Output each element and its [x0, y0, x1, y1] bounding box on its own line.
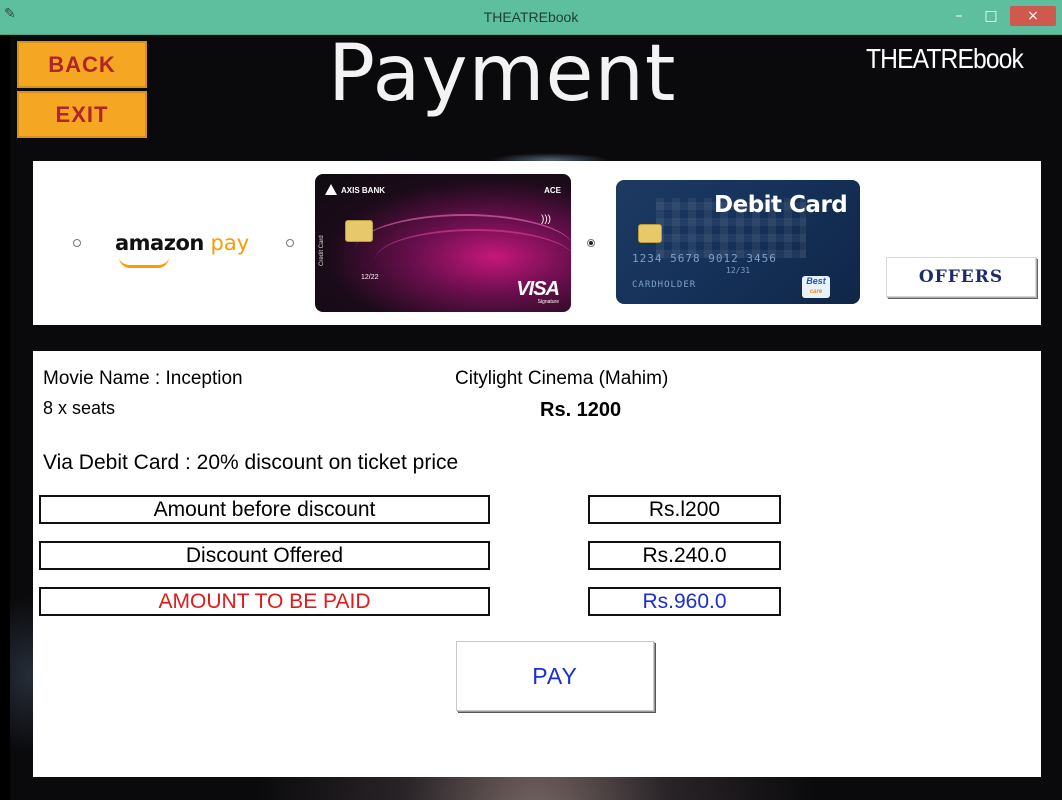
- page-title: Payment: [328, 35, 677, 119]
- visa-sub: Signature: [537, 299, 559, 305]
- axis-bank-logo-icon: [325, 184, 337, 195]
- cinema-name: Citylight Cinema (Mahim): [455, 368, 669, 389]
- badge-text: Best: [806, 276, 826, 286]
- card-chip-icon: [638, 224, 662, 243]
- pay-button[interactable]: PAY: [456, 641, 654, 711]
- contactless-icon: ))): [541, 214, 551, 225]
- movie-name: Movie Name : Inception: [43, 368, 243, 389]
- amazon-smile-icon: [119, 257, 169, 268]
- discount-note: Via Debit Card : 20% discount on ticket …: [43, 451, 459, 474]
- payment-details-panel: Movie Name : Inception Citylight Cinema …: [33, 351, 1041, 777]
- back-button[interactable]: BACK: [17, 41, 147, 88]
- ticket-price: Rs. 1200: [540, 399, 622, 421]
- card-tier: ACE: [544, 186, 561, 195]
- card-holder: CARDHOLDER: [632, 280, 697, 290]
- card-expiry: 12/22: [361, 274, 379, 281]
- discount-offered-label: Discount Offered: [39, 541, 490, 570]
- amazon-logo-word: amazon: [115, 231, 204, 255]
- card-chip-icon: [345, 220, 373, 242]
- offers-button[interactable]: OFFERS: [886, 257, 1036, 297]
- debit-card-radio[interactable]: [587, 239, 595, 247]
- amount-before-discount-value: Rs.l200: [588, 495, 781, 524]
- credit-card-radio[interactable]: [286, 239, 294, 247]
- seat-count: 8 x seats: [43, 398, 116, 418]
- card-vertical-text: Credit Card: [319, 235, 325, 266]
- badge-subtext: care: [809, 289, 823, 295]
- exit-button[interactable]: EXIT: [17, 91, 147, 138]
- card-number: 1234 5678 9012 3456: [632, 252, 777, 265]
- brand-logo: THEATREbook: [866, 43, 1024, 74]
- minimize-button[interactable]: –: [948, 6, 970, 26]
- amazon-logo-pay: pay: [210, 231, 250, 255]
- credit-card-image[interactable]: AXIS BANK ACE ))) Credit Card 12/22 VISA…: [315, 174, 571, 312]
- close-button[interactable]: ×: [1010, 6, 1056, 26]
- window-title: THEATREbook: [483, 9, 579, 25]
- payment-options-panel: amazon pay AXIS BANK ACE ))) Credit Card…: [33, 161, 1041, 325]
- amount-to-be-paid-value: Rs.960.0: [588, 587, 781, 616]
- discount-offered-value: Rs.240.0: [588, 541, 781, 570]
- amazon-pay-logo[interactable]: amazon pay: [115, 231, 249, 255]
- maximize-button[interactable]: □: [980, 6, 1002, 26]
- amount-before-discount-label: Amount before discount: [39, 495, 490, 524]
- window-titlebar: ✎ THEATREbook – □ ×: [0, 0, 1062, 35]
- amount-to-be-paid-label: AMOUNT TO BE PAID: [39, 587, 490, 616]
- card-bank-name: AXIS BANK: [341, 186, 386, 195]
- app-background: BACK EXIT Payment THEATREbook amazon pay…: [10, 35, 1062, 800]
- debit-card-label: Debit Card: [714, 192, 848, 218]
- best-care-badge: Best care: [802, 276, 830, 298]
- card-valid-date: 12/31: [726, 266, 751, 275]
- visa-logo: VISA: [516, 278, 560, 300]
- amazon-pay-radio[interactable]: [73, 239, 81, 247]
- debit-card-image[interactable]: Debit Card 1234 5678 9012 3456 12/31 CAR…: [616, 180, 860, 304]
